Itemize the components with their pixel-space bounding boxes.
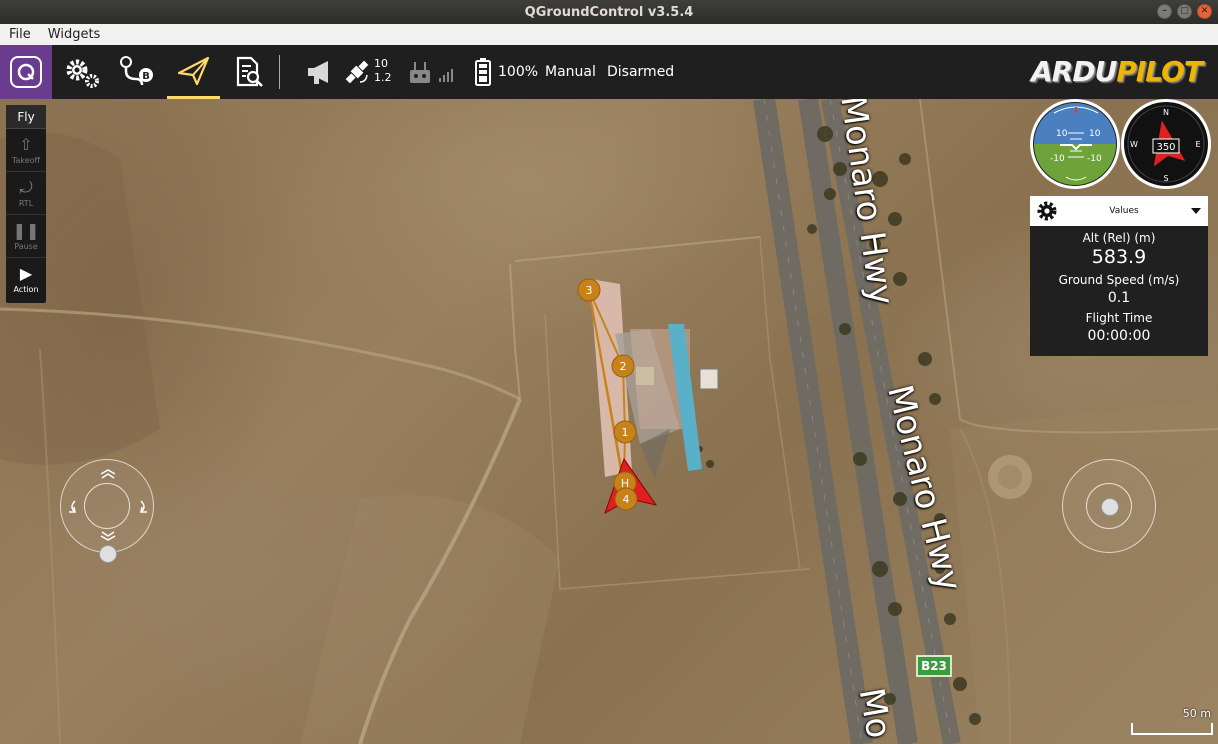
waypoint-2[interactable]: 2 bbox=[611, 354, 635, 378]
pitch-mark-neg10-right: -10 bbox=[1087, 154, 1102, 164]
waypoint-4[interactable]: 4 bbox=[614, 487, 638, 511]
svg-text:B: B bbox=[142, 71, 150, 82]
main-toolbar: B 10 1.2 100% Manual Disarmed ARDUPILOT bbox=[0, 45, 1218, 99]
values-header: Values bbox=[1030, 196, 1208, 226]
values-panel: Values Alt (Rel) (m) 583.9 Ground Speed … bbox=[1030, 196, 1208, 356]
minimize-button[interactable]: – bbox=[1157, 4, 1172, 19]
menu-widgets[interactable]: Widgets bbox=[39, 27, 109, 42]
map-scale: 50 m bbox=[1131, 707, 1213, 739]
paper-plane-icon bbox=[177, 56, 209, 85]
fly-tool-title: Fly bbox=[6, 105, 46, 129]
alt-row: Alt (Rel) (m) 583.9 bbox=[1030, 231, 1208, 268]
brand-part-2: PILOT bbox=[1116, 55, 1203, 88]
pitch-mark-10-left: 10 bbox=[1056, 129, 1068, 139]
speed-label: Ground Speed (m/s) bbox=[1058, 273, 1180, 287]
compass-indicator: N S E W 350 bbox=[1121, 99, 1211, 189]
action-label: Action bbox=[13, 285, 39, 294]
ardupilot-logo: ARDUPILOT bbox=[1031, 55, 1203, 88]
menu-file[interactable]: File bbox=[0, 27, 39, 42]
left-joystick-thumb[interactable] bbox=[99, 545, 117, 563]
gps-values: 10 1.2 bbox=[374, 57, 392, 85]
alt-label: Alt (Rel) (m) bbox=[1082, 231, 1156, 245]
pitch-mark-10-right: 10 bbox=[1089, 129, 1101, 139]
armed-status[interactable]: Disarmed bbox=[607, 45, 674, 99]
right-joystick-thumb[interactable] bbox=[1101, 498, 1119, 516]
rtl-label: RTL bbox=[18, 198, 34, 208]
maximize-button[interactable]: □ bbox=[1177, 4, 1192, 19]
road-label-bottom: Mo bbox=[850, 685, 899, 742]
compass-heading: 350 bbox=[1156, 142, 1175, 153]
fly-tool-strip: Fly ⇧ Takeoff ⤾ RTL ❚❚ Pause ▶ Action bbox=[6, 105, 46, 303]
gps-satellite-count: 10 bbox=[374, 57, 388, 70]
gps-hdop: 1.2 bbox=[374, 71, 392, 84]
waypoint-2-label: 2 bbox=[620, 360, 627, 373]
play-icon: ▶ bbox=[19, 264, 33, 283]
waypoint-1[interactable]: 1 bbox=[613, 420, 637, 444]
rtl-button[interactable]: ⤾ RTL bbox=[6, 172, 46, 215]
menubar: File Widgets bbox=[0, 24, 1218, 45]
right-joystick[interactable] bbox=[1062, 459, 1156, 553]
toolbar-separator bbox=[279, 55, 280, 89]
rc-transmitter-icon bbox=[410, 62, 453, 83]
time-label: Flight Time bbox=[1085, 311, 1153, 325]
waypoint-4-label: 4 bbox=[623, 493, 630, 506]
setup-vehicle-button[interactable]: B bbox=[112, 45, 160, 99]
battery-indicator[interactable] bbox=[472, 45, 494, 99]
joystick-arrows-icon bbox=[69, 469, 147, 541]
route-icon: B bbox=[120, 56, 153, 86]
action-button[interactable]: ▶ Action bbox=[6, 258, 46, 301]
satellite-icon bbox=[345, 60, 369, 84]
pause-icon: ❚❚ bbox=[12, 220, 40, 240]
settings-button[interactable] bbox=[58, 45, 106, 99]
pause-button[interactable]: ❚❚ Pause bbox=[6, 215, 46, 258]
flight-mode-selector[interactable]: Manual bbox=[545, 45, 596, 99]
takeoff-icon: ⇧ bbox=[19, 134, 33, 154]
analyze-button[interactable] bbox=[226, 45, 270, 99]
route-badge: B23 bbox=[916, 655, 952, 677]
values-title: Values bbox=[1109, 206, 1139, 216]
pitch-mark-neg10-left: -10 bbox=[1050, 154, 1065, 164]
rc-rssi-indicator[interactable] bbox=[406, 45, 456, 99]
battery-icon bbox=[475, 58, 491, 86]
rtl-icon: ⤾ bbox=[19, 177, 33, 197]
map-scale-label: 50 m bbox=[1182, 707, 1211, 720]
chevron-down-icon[interactable] bbox=[1190, 206, 1202, 216]
time-row: Flight Time 00:00:00 bbox=[1030, 311, 1208, 344]
messages-indicator[interactable] bbox=[300, 45, 340, 99]
gear-icon[interactable] bbox=[1036, 200, 1058, 222]
compass-e: E bbox=[1195, 140, 1200, 149]
map-view[interactable]: 3 2 1 H 4 Monaro Hwy Monaro Hwy Mo B23 F… bbox=[0, 99, 1218, 744]
takeoff-button[interactable]: ⇧ Takeoff bbox=[6, 129, 46, 172]
waypoint-3-label: 3 bbox=[586, 284, 593, 297]
window-titlebar: QGroundControl v3.5.4 – □ ✕ bbox=[0, 0, 1218, 24]
plan-view-button[interactable] bbox=[167, 45, 220, 99]
gears-icon bbox=[66, 59, 99, 88]
attitude-indicator: 10 10 -10 -10 bbox=[1030, 99, 1120, 189]
gps-indicator[interactable] bbox=[340, 45, 374, 99]
waypoint-1-label: 1 bbox=[622, 426, 629, 439]
qgc-logo-button[interactable] bbox=[0, 45, 52, 99]
qgc-logo-icon bbox=[10, 56, 42, 88]
document-search-icon bbox=[236, 56, 263, 87]
speed-value: 0.1 bbox=[1107, 290, 1131, 306]
map-scale-bar bbox=[1131, 723, 1213, 735]
waypoint-3[interactable]: 3 bbox=[577, 278, 601, 302]
pause-label: Pause bbox=[14, 241, 38, 251]
compass-n: N bbox=[1163, 108, 1169, 117]
time-value: 00:00:00 bbox=[1087, 328, 1151, 344]
speed-row: Ground Speed (m/s) 0.1 bbox=[1030, 273, 1208, 306]
megaphone-icon bbox=[308, 61, 328, 84]
window-buttons: – □ ✕ bbox=[1157, 4, 1212, 19]
compass-s: S bbox=[1163, 174, 1168, 183]
compass-w: W bbox=[1130, 140, 1138, 149]
left-joystick[interactable] bbox=[60, 459, 154, 563]
window-title: QGroundControl v3.5.4 bbox=[524, 4, 694, 20]
brand-part-1: ARDU bbox=[1031, 55, 1117, 88]
battery-percent: 100% bbox=[498, 64, 539, 80]
takeoff-label: Takeoff bbox=[11, 155, 41, 165]
alt-value: 583.9 bbox=[1091, 246, 1147, 268]
close-button[interactable]: ✕ bbox=[1197, 4, 1212, 19]
